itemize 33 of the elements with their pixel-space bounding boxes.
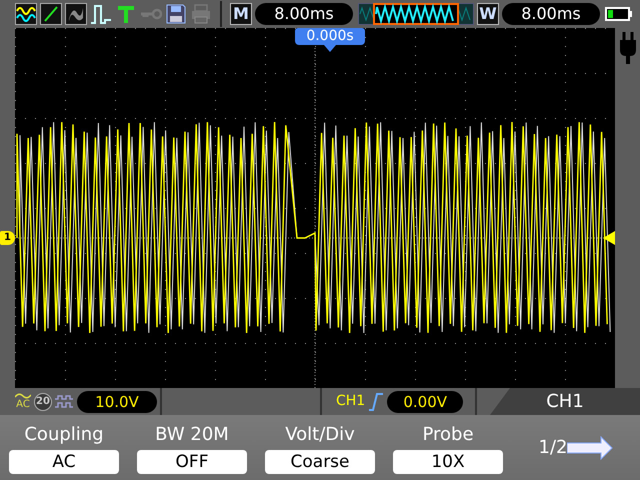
trigger-level-readout: 0.00V xyxy=(387,390,464,412)
arrow-right-icon xyxy=(567,436,614,460)
bw-limit-indicator: 20 xyxy=(34,392,52,410)
timebase-readout: 8.00ms xyxy=(255,3,353,25)
trigger-icon[interactable] xyxy=(115,3,137,25)
trigger-source: CH1 xyxy=(336,392,366,411)
menu-value: OFF xyxy=(137,450,247,474)
window-timebase-readout: 8.00ms xyxy=(502,3,600,25)
page-indicator: 1/2 xyxy=(538,436,568,460)
square-wave-icon xyxy=(55,394,73,408)
volts-div-readout: 10.0V xyxy=(77,390,157,412)
ac-coupling-icon xyxy=(15,392,31,398)
menu-value: 10X xyxy=(393,450,503,474)
menu-title: CH1 xyxy=(490,388,640,415)
battery-icon xyxy=(605,7,633,21)
plug-icon xyxy=(618,32,636,64)
menu-value: AC xyxy=(9,450,119,474)
memory-label: M xyxy=(230,3,252,25)
menu-value: Coarse xyxy=(265,450,375,474)
menu-button[interactable]: BW 20M OFF xyxy=(128,415,256,480)
pulse-icon[interactable] xyxy=(90,3,112,25)
next-page-button[interactable]: 1/2 xyxy=(512,415,640,480)
menu-button[interactable]: Coupling AC xyxy=(0,415,128,480)
waveform-icon[interactable] xyxy=(15,3,37,25)
window-label: W xyxy=(477,3,499,25)
save-icon[interactable] xyxy=(165,3,187,25)
menu-button[interactable]: Volt/Div Coarse xyxy=(256,415,384,480)
rising-edge-icon xyxy=(369,392,384,410)
coupling-indicator: AC xyxy=(16,398,30,410)
channel-marker: 1 xyxy=(0,231,15,245)
trigger-level-marker xyxy=(603,231,615,245)
menu-button[interactable]: Probe 10X xyxy=(384,415,512,480)
persistence-icon[interactable] xyxy=(65,3,87,25)
